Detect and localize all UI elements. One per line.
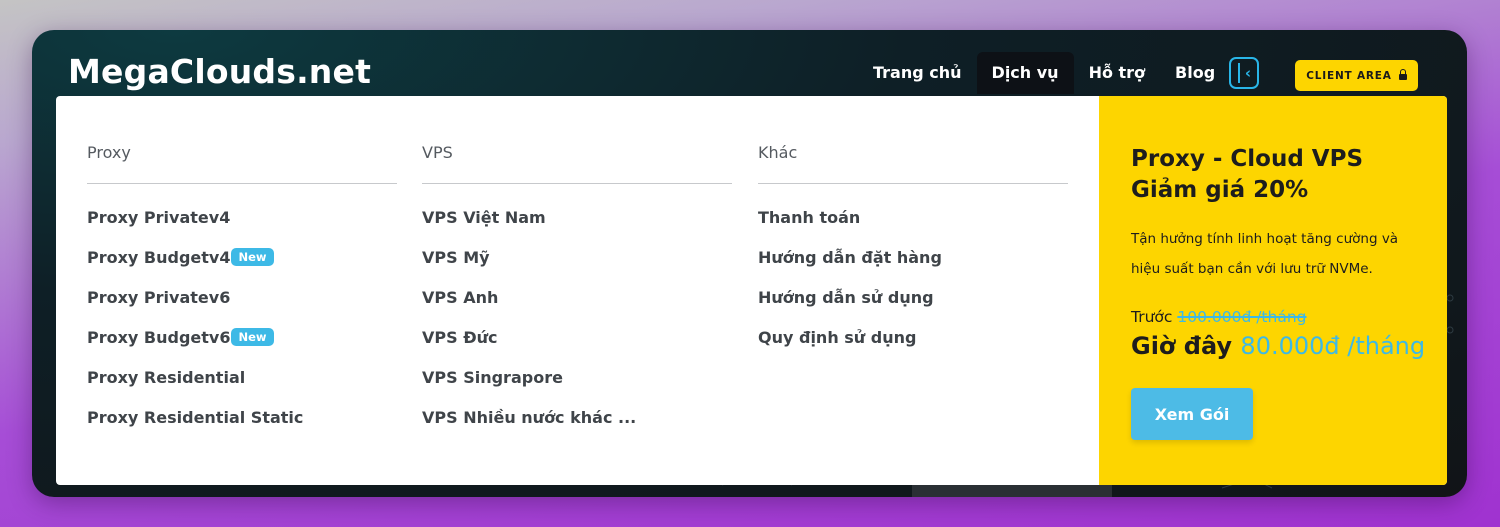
services-mega-menu: Proxy Proxy Privatev4 Proxy Budgetv4 New … bbox=[56, 96, 1447, 485]
vps-list: VPS Việt Nam VPS Mỹ VPS Anh VPS Đức VPS … bbox=[422, 208, 636, 448]
menu-item-proxy-budgetv4[interactable]: Proxy Budgetv4 New bbox=[87, 248, 303, 288]
menu-item-vps-uk[interactable]: VPS Anh bbox=[422, 288, 636, 328]
menu-item-vps-singapore[interactable]: VPS Singrapore bbox=[422, 368, 636, 408]
column-title-proxy: Proxy bbox=[87, 143, 131, 162]
main-nav: Trang chủ Dịch vụ Hỗ trợ Blog bbox=[858, 52, 1230, 94]
menu-item-proxy-residential[interactable]: Proxy Residential bbox=[87, 368, 303, 408]
nav-support[interactable]: Hỗ trợ bbox=[1074, 52, 1160, 94]
divider bbox=[87, 183, 397, 184]
menu-item-proxy-privatev6[interactable]: Proxy Privatev6 bbox=[87, 288, 303, 328]
client-area-button[interactable]: CLIENT AREA bbox=[1295, 60, 1418, 91]
site-window: MegaClouds.net Trang chủ Dịch vụ Hỗ trợ … bbox=[32, 30, 1467, 497]
other-list: Thanh toán Hướng dẫn đặt hàng Hướng dẫn … bbox=[758, 208, 942, 368]
lock-icon bbox=[1398, 68, 1407, 80]
promo-title: Proxy - Cloud VPS Giảm giá 20% bbox=[1131, 146, 1364, 203]
divider bbox=[422, 183, 732, 184]
site-logo[interactable]: MegaClouds.net bbox=[68, 52, 371, 91]
menu-item-vps-vietnam[interactable]: VPS Việt Nam bbox=[422, 208, 636, 248]
new-badge: New bbox=[231, 248, 274, 266]
new-price: 80.000đ /tháng bbox=[1240, 332, 1426, 360]
new-badge: New bbox=[231, 328, 274, 346]
menu-item-order-guide[interactable]: Hướng dẫn đặt hàng bbox=[758, 248, 942, 288]
new-price-line: Giờ đây 80.000đ /tháng bbox=[1131, 332, 1426, 360]
nav-home[interactable]: Trang chủ bbox=[858, 52, 977, 94]
chevron-left-icon: ‹ bbox=[1244, 63, 1252, 82]
promo-description: Tận hưởng tính linh hoạt tăng cường và h… bbox=[1131, 231, 1399, 277]
panel-collapse-icon[interactable]: ‹ bbox=[1229, 57, 1259, 89]
menu-item-terms[interactable]: Quy định sử dụng bbox=[758, 328, 942, 368]
column-title-vps: VPS bbox=[422, 143, 453, 162]
nav-services[interactable]: Dịch vụ bbox=[976, 52, 1074, 94]
menu-item-proxy-privatev4[interactable]: Proxy Privatev4 bbox=[87, 208, 303, 248]
column-title-other: Khác bbox=[758, 143, 798, 162]
menu-item-vps-us[interactable]: VPS Mỹ bbox=[422, 248, 636, 288]
old-price: 100.000đ /tháng bbox=[1177, 308, 1307, 326]
menu-item-vps-germany[interactable]: VPS Đức bbox=[422, 328, 636, 368]
view-plans-button[interactable]: Xem Gói bbox=[1131, 388, 1253, 440]
menu-item-proxy-budgetv6[interactable]: Proxy Budgetv6 New bbox=[87, 328, 303, 368]
proxy-list: Proxy Privatev4 Proxy Budgetv4 New Proxy … bbox=[87, 208, 303, 448]
menu-item-payment[interactable]: Thanh toán bbox=[758, 208, 942, 248]
promo-panel: Proxy - Cloud VPS Giảm giá 20% Tận hưởng… bbox=[1099, 96, 1447, 485]
menu-item-proxy-residential-static[interactable]: Proxy Residential Static bbox=[87, 408, 303, 448]
nav-blog[interactable]: Blog bbox=[1160, 52, 1230, 94]
menu-item-usage-guide[interactable]: Hướng dẫn sử dụng bbox=[758, 288, 942, 328]
menu-item-vps-other[interactable]: VPS Nhiều nước khác ... bbox=[422, 408, 636, 448]
divider bbox=[758, 183, 1068, 184]
old-price-line: Trước 100.000đ /tháng bbox=[1131, 308, 1307, 326]
client-area-label: CLIENT AREA bbox=[1306, 69, 1392, 82]
